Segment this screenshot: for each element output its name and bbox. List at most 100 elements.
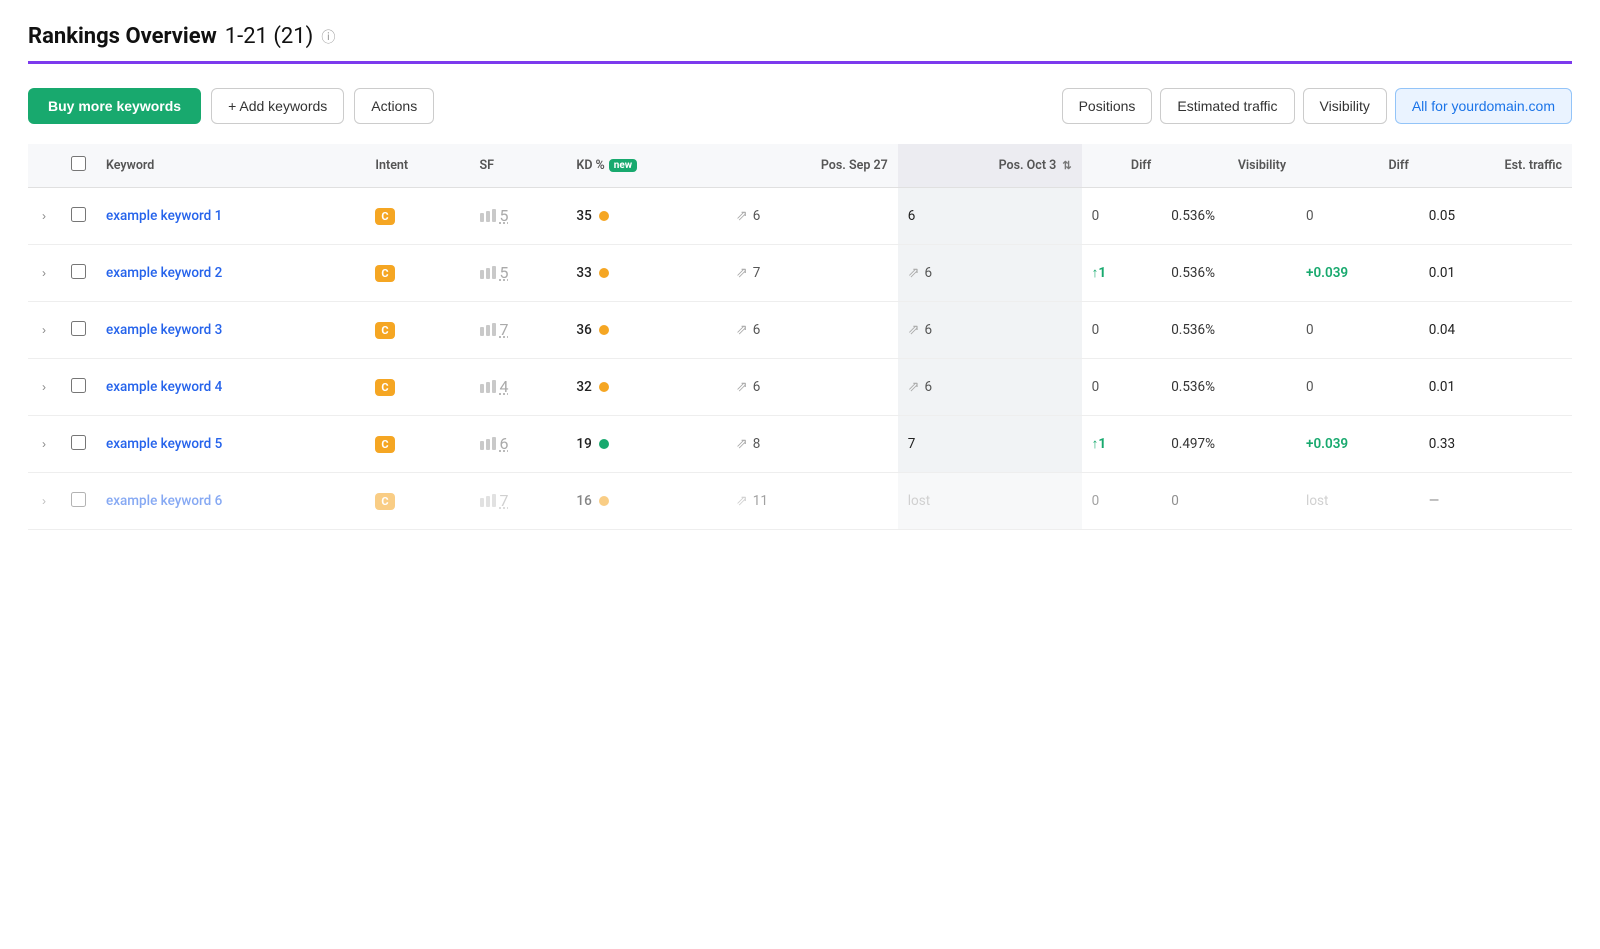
pos-sep27: ⇗11 — [736, 493, 888, 509]
add-keywords-label: + Add keywords — [228, 98, 327, 114]
sf-svg-icon — [480, 266, 496, 279]
positions-button[interactable]: Positions — [1062, 88, 1153, 124]
expand-button[interactable]: › — [38, 435, 50, 453]
diff-neutral: 0 — [1092, 208, 1100, 224]
info-icon[interactable]: ⓘ — [321, 27, 335, 47]
est-traffic-value: 0.01 — [1429, 265, 1455, 281]
row-expand-cell[interactable]: › — [28, 245, 60, 302]
table-row: › example keyword 6 C 7 16 ⇗11 lost 0 0 … — [28, 473, 1572, 530]
pos-oct3: lost — [908, 493, 930, 509]
sf-value[interactable]: 4 — [500, 377, 509, 396]
expand-button[interactable]: › — [38, 378, 50, 396]
row-checkbox-cell[interactable] — [60, 302, 96, 359]
est-traffic-cell: — — [1419, 473, 1572, 530]
link-icon: ⇗ — [736, 436, 748, 452]
expand-button[interactable]: › — [38, 492, 50, 510]
diff-cell: 0 — [1082, 188, 1162, 245]
col-vis-diff-header[interactable]: Diff — [1296, 144, 1419, 188]
col-keyword-header[interactable]: Keyword — [96, 144, 365, 188]
row-checkbox-cell[interactable] — [60, 473, 96, 530]
est-traffic-cell: 0.01 — [1419, 359, 1572, 416]
row-checkbox[interactable] — [71, 321, 86, 336]
sf-value[interactable]: 7 — [500, 320, 509, 339]
sort-icon: ⇅ — [1062, 159, 1071, 172]
keyword-link[interactable]: example keyword 4 — [106, 379, 222, 395]
expand-button[interactable]: › — [38, 264, 50, 282]
col-intent-header[interactable]: Intent — [365, 144, 469, 188]
keyword-link[interactable]: example keyword 2 — [106, 265, 222, 281]
actions-button[interactable]: Actions — [354, 88, 434, 124]
row-checkbox-cell[interactable] — [60, 245, 96, 302]
row-expand-cell[interactable]: › — [28, 416, 60, 473]
row-checkbox[interactable] — [71, 435, 86, 450]
kd-value: 32 — [576, 379, 591, 395]
table-wrapper: Keyword Intent SF KD %new Pos. Sep 27 Po… — [28, 144, 1572, 530]
kd-cell: 36 — [566, 302, 726, 359]
vis-diff-neutral: 0 — [1306, 379, 1314, 395]
page-header: Rankings Overview 1-21 (21) ⓘ — [28, 24, 1572, 64]
sf-svg-icon — [480, 494, 496, 507]
link-icon-oct3: ⇗ — [908, 322, 920, 338]
col-kd-header[interactable]: KD %new — [566, 144, 726, 188]
keyword-link[interactable]: example keyword 5 — [106, 436, 222, 452]
col-pos-oct3-header[interactable]: Pos. Oct 3 ⇅ — [898, 144, 1082, 188]
vis-diff-cell: 0 — [1296, 359, 1419, 416]
col-checkbox-header[interactable] — [60, 144, 96, 188]
visibility-cell: 0.497% — [1161, 416, 1296, 473]
visibility-cell: 0.536% — [1161, 359, 1296, 416]
col-diff-header[interactable]: Diff — [1082, 144, 1162, 188]
estimated-traffic-button[interactable]: Estimated traffic — [1160, 88, 1294, 124]
table-header-row: Keyword Intent SF KD %new Pos. Sep 27 Po… — [28, 144, 1572, 188]
sf-value[interactable]: 7 — [500, 491, 509, 510]
pos-sep27: ⇗8 — [736, 436, 888, 452]
vis-diff-lost: lost — [1306, 493, 1328, 509]
select-all-checkbox[interactable] — [71, 156, 86, 171]
pos-oct3: 7 — [908, 436, 916, 452]
intent-cell: C — [365, 245, 469, 302]
add-keywords-button[interactable]: + Add keywords — [211, 88, 344, 124]
expand-button[interactable]: › — [38, 321, 50, 339]
row-expand-cell[interactable]: › — [28, 359, 60, 416]
pos-oct3-cell: 7 — [898, 416, 1082, 473]
diff-cell: 0 — [1082, 302, 1162, 359]
est-traffic-cell: 0.04 — [1419, 302, 1572, 359]
kd-dot — [599, 439, 609, 449]
col-visibility-header[interactable]: Visibility — [1161, 144, 1296, 188]
diff-cell: 0 — [1082, 473, 1162, 530]
sf-value[interactable]: 6 — [500, 434, 509, 453]
expand-button[interactable]: › — [38, 207, 50, 225]
col-est-traffic-header[interactable]: Est. traffic — [1419, 144, 1572, 188]
col-sf-header[interactable]: SF — [470, 144, 567, 188]
sf-value[interactable]: 5 — [500, 263, 509, 282]
est-traffic-cell: 0.05 — [1419, 188, 1572, 245]
row-checkbox[interactable] — [71, 492, 86, 507]
row-checkbox-cell[interactable] — [60, 416, 96, 473]
keyword-link[interactable]: example keyword 1 — [106, 208, 222, 224]
pos-sep27: ⇗6 — [736, 322, 888, 338]
sf-value[interactable]: 5 — [500, 206, 509, 225]
table-row: › example keyword 1 C 5 35 ⇗6 6 0 0.536%… — [28, 188, 1572, 245]
keyword-link[interactable]: example keyword 3 — [106, 322, 222, 338]
row-checkbox[interactable] — [71, 264, 86, 279]
diff-neutral: 0 — [1092, 322, 1100, 338]
kd-value: 33 — [576, 265, 591, 281]
pos-sep27-cell: ⇗6 — [726, 188, 898, 245]
diff-arrow-up: ↑1 — [1092, 436, 1107, 452]
keyword-link[interactable]: example keyword 6 — [106, 493, 222, 509]
visibility-cell: 0.536% — [1161, 188, 1296, 245]
row-checkbox-cell[interactable] — [60, 359, 96, 416]
visibility-button[interactable]: Visibility — [1303, 88, 1387, 124]
row-checkbox-cell[interactable] — [60, 188, 96, 245]
row-checkbox[interactable] — [71, 207, 86, 222]
buy-keywords-button[interactable]: Buy more keywords — [28, 88, 201, 124]
visibility-value: 0 — [1171, 493, 1179, 509]
row-expand-cell[interactable]: › — [28, 302, 60, 359]
kd-value: 36 — [576, 322, 591, 338]
domain-filter-button[interactable]: All for yourdomain.com — [1395, 88, 1572, 124]
vis-diff-positive: +0.039 — [1306, 436, 1348, 452]
row-expand-cell[interactable]: › — [28, 473, 60, 530]
row-expand-cell[interactable]: › — [28, 188, 60, 245]
col-pos-sep27-header[interactable]: Pos. Sep 27 — [726, 144, 898, 188]
visibility-cell: 0 — [1161, 473, 1296, 530]
row-checkbox[interactable] — [71, 378, 86, 393]
